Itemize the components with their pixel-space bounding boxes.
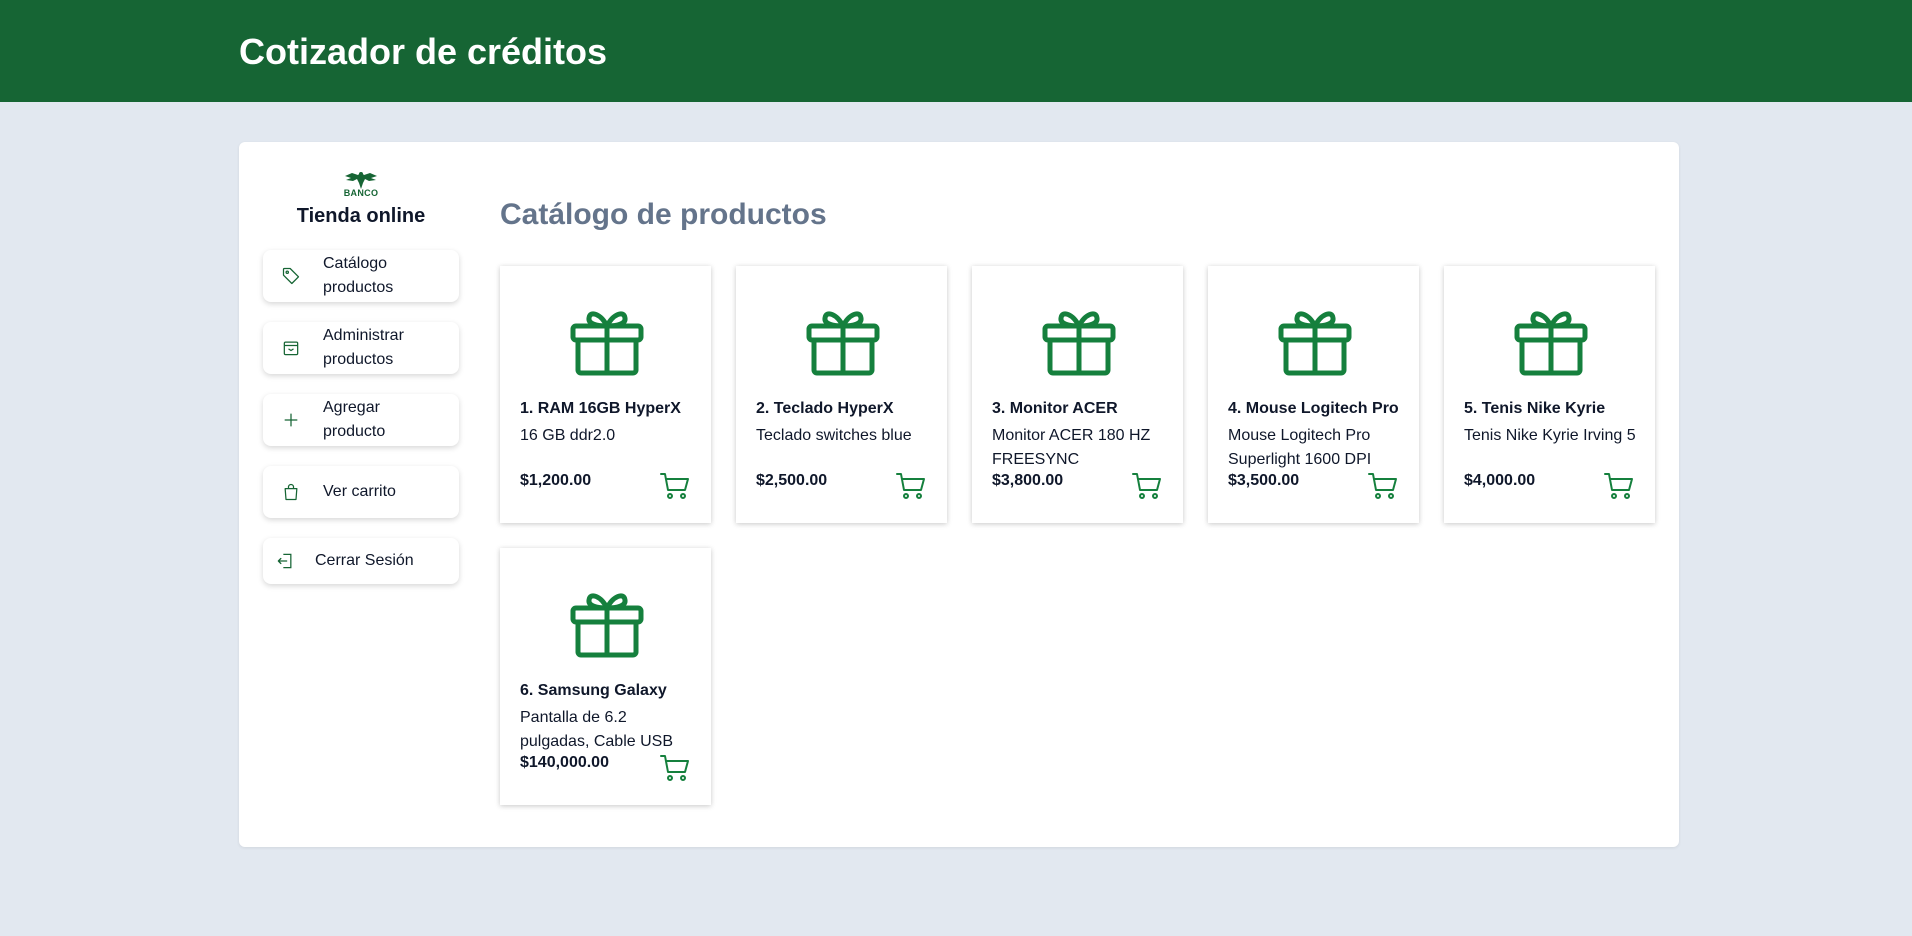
- sidebar-item-label: Administrar productos: [323, 327, 404, 368]
- sidebar: BANCO Tienda online Catálogo productos A…: [263, 170, 459, 604]
- product-price: $3,500.00: [1228, 472, 1300, 489]
- sidebar-item-manage-products[interactable]: Administrar productos: [263, 322, 459, 374]
- add-to-cart-icon[interactable]: [1368, 472, 1398, 500]
- product-name: 6. Samsung Galaxy: [520, 682, 667, 699]
- gift-icon: [570, 311, 644, 376]
- page-title: Catálogo de productos: [500, 198, 827, 231]
- main-panel: BANCO Tienda online Catálogo productos A…: [239, 142, 1679, 847]
- sidebar-item-add-product[interactable]: Agregar producto: [263, 394, 459, 446]
- product-price: $3,800.00: [992, 472, 1064, 489]
- product-name: 4. Mouse Logitech Pro: [1228, 400, 1399, 417]
- gift-icon: [570, 593, 644, 658]
- eagle-logo-icon: [345, 172, 377, 189]
- gift-icon: [1278, 311, 1352, 376]
- gift-icon: [1042, 311, 1116, 376]
- add-to-cart-icon[interactable]: [1604, 472, 1634, 500]
- product-price: $140,000.00: [520, 754, 609, 771]
- product-name: 3. Monitor ACER: [992, 400, 1118, 417]
- add-to-cart-icon[interactable]: [660, 754, 690, 782]
- logo-text: BANCO: [343, 188, 379, 198]
- product-card[interactable]: 4. Mouse Logitech Pro Mouse Logitech Pro…: [1208, 266, 1419, 523]
- sidebar-item-catalog[interactable]: Catálogo productos: [263, 250, 459, 302]
- sidebar-item-label: Cerrar Sesión: [315, 552, 414, 569]
- product-card[interactable]: 6. Samsung Galaxy Pantalla de 6.2 pulgad…: [500, 548, 711, 805]
- sidebar-item-label: Ver carrito: [323, 483, 396, 500]
- gift-icon: [806, 311, 880, 376]
- product-card[interactable]: 2. Teclado HyperX Teclado switches blue …: [736, 266, 947, 523]
- tag-icon: [282, 267, 300, 285]
- sidebar-item-logout[interactable]: Cerrar Sesión: [263, 538, 459, 584]
- product-description: Mouse Logitech Pro Superlight 1600 DPI: [1228, 427, 1372, 468]
- add-to-cart-icon[interactable]: [1132, 472, 1162, 500]
- product-name: 2. Teclado HyperX: [756, 400, 894, 417]
- product-description: Tenis Nike Kyrie Irving 5: [1464, 427, 1636, 444]
- product-description: 16 GB ddr2.0: [520, 427, 616, 444]
- sidebar-item-view-cart[interactable]: Ver carrito: [263, 466, 459, 518]
- gift-icon: [1514, 311, 1588, 376]
- sidebar-item-label: Catálogo productos: [323, 255, 394, 296]
- add-to-cart-icon[interactable]: [660, 472, 690, 500]
- bank-logo: BANCO: [263, 170, 459, 198]
- product-description: Teclado switches blue: [756, 427, 912, 444]
- product-price: $4,000.00: [1464, 472, 1536, 489]
- product-price: $1,200.00: [520, 472, 592, 489]
- store-title: Tienda online: [296, 205, 426, 227]
- add-to-cart-icon[interactable]: [896, 472, 926, 500]
- product-name: 1. RAM 16GB HyperX: [520, 400, 681, 417]
- logout-icon: [277, 553, 292, 569]
- product-price: $2,500.00: [756, 472, 828, 489]
- top-header-bar: Cotizador de créditos: [0, 0, 1912, 102]
- shopping-bag-icon: [284, 483, 298, 501]
- archive-icon: [283, 341, 299, 356]
- product-description: Pantalla de 6.2 pulgadas, Cable USB: [520, 709, 673, 750]
- product-card[interactable]: 5. Tenis Nike Kyrie Tenis Nike Kyrie Irv…: [1444, 266, 1655, 523]
- plus-icon: [284, 413, 298, 427]
- product-card[interactable]: 3. Monitor ACER Monitor ACER 180 HZ FREE…: [972, 266, 1183, 523]
- app-title: Cotizador de créditos: [239, 31, 608, 72]
- product-card[interactable]: 1. RAM 16GB HyperX 16 GB ddr2.0 $1,200.0…: [500, 266, 711, 523]
- product-name: 5. Tenis Nike Kyrie: [1464, 400, 1606, 417]
- product-description: Monitor ACER 180 HZ FREESYNC: [992, 427, 1151, 468]
- sidebar-item-label: Agregar producto: [323, 399, 386, 440]
- sidebar-menu: Catálogo productos Administrar productos…: [263, 250, 459, 584]
